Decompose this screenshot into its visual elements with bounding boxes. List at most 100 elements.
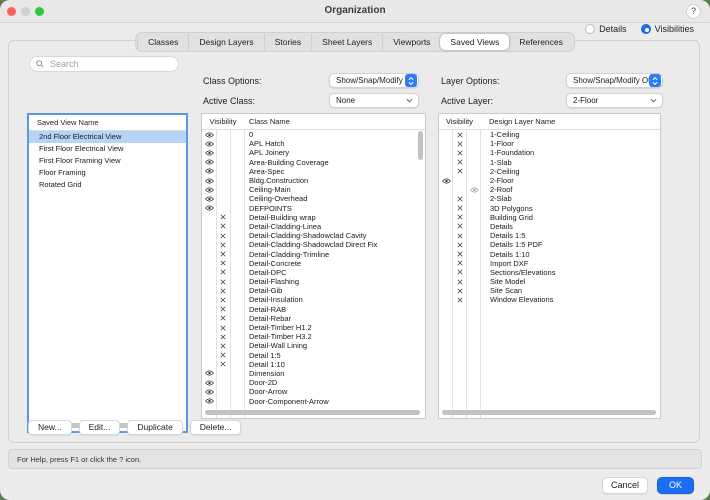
table-row[interactable]: Detail-Gib xyxy=(202,286,425,295)
tab[interactable]: Saved Views xyxy=(440,34,509,50)
horizontal-scrollbar[interactable] xyxy=(205,410,420,415)
table-row[interactable]: Details 1:10 xyxy=(439,249,660,258)
table-row[interactable]: Window Elevations xyxy=(439,295,660,304)
layer-options-popup[interactable]: Show/Snap/Modify Oth... xyxy=(566,73,663,88)
search-input[interactable] xyxy=(48,58,172,70)
visible-cell[interactable] xyxy=(202,370,216,376)
table-row[interactable]: 1-Slab xyxy=(439,158,660,167)
table-row[interactable]: Details 1:5 xyxy=(439,231,660,240)
tab[interactable]: Classes xyxy=(137,34,188,50)
help-icon[interactable]: ? xyxy=(686,4,701,19)
invisible-cell[interactable] xyxy=(216,352,230,358)
table-row[interactable]: 2-Roof xyxy=(439,185,660,194)
table-row[interactable]: Site Model xyxy=(439,277,660,286)
radio-details[interactable]: Details xyxy=(585,24,627,34)
table-row[interactable]: Detail-Timber H1.2 xyxy=(202,323,425,332)
visible-cell[interactable] xyxy=(202,196,216,202)
tab[interactable]: Viewports xyxy=(382,34,440,50)
saved-views-list[interactable]: Saved View Name 2nd Floor Electrical Vie… xyxy=(27,113,188,433)
table-row[interactable]: Detail-Cladding-Trimline xyxy=(202,249,425,258)
table-row[interactable]: 3D Polygons xyxy=(439,204,660,213)
invisible-cell[interactable] xyxy=(216,251,230,257)
class-options-popup[interactable]: Show/Snap/Modify Oth... xyxy=(329,73,419,88)
table-row[interactable]: 1-Foundation xyxy=(439,148,660,157)
table-row[interactable]: Bldg.Construction xyxy=(202,176,425,185)
table-row[interactable]: Detail-RAB xyxy=(202,305,425,314)
table-row[interactable]: 1-Ceiling xyxy=(439,130,660,139)
table-row[interactable]: 2-Ceiling xyxy=(439,167,660,176)
tab[interactable]: Sheet Layers xyxy=(311,34,382,50)
invisible-cell[interactable] xyxy=(453,196,467,202)
table-row[interactable]: Detail-Cladding-Shadowclad Direct Fix xyxy=(202,240,425,249)
active-layer-combo[interactable]: 2-Floor xyxy=(566,93,663,108)
visible-cell[interactable] xyxy=(202,141,216,147)
invisible-cell[interactable] xyxy=(453,251,467,257)
table-row[interactable]: APL Joinery xyxy=(202,148,425,157)
table-row[interactable]: Detail-Concrete xyxy=(202,259,425,268)
invisible-cell[interactable] xyxy=(453,205,467,211)
table-row[interactable]: Detail-Cladding-Linea xyxy=(202,222,425,231)
list-item[interactable]: Floor Framing xyxy=(29,167,186,179)
invisible-cell[interactable] xyxy=(216,361,230,367)
ok-button[interactable]: OK xyxy=(657,477,694,494)
cancel-button[interactable]: Cancel xyxy=(602,477,648,494)
table-row[interactable]: Detail-Timber H3.2 xyxy=(202,332,425,341)
table-row[interactable]: Area-Building Coverage xyxy=(202,158,425,167)
table-row[interactable]: Import DXF xyxy=(439,259,660,268)
action-button[interactable]: Delete... xyxy=(190,420,242,435)
invisible-cell[interactable] xyxy=(216,343,230,349)
invisible-cell[interactable] xyxy=(453,260,467,266)
invisible-cell[interactable] xyxy=(216,334,230,340)
invisible-cell[interactable] xyxy=(453,233,467,239)
invisible-cell[interactable] xyxy=(216,306,230,312)
invisible-cell[interactable] xyxy=(453,269,467,275)
table-row[interactable]: Details xyxy=(439,222,660,231)
visible-cell[interactable] xyxy=(202,178,216,184)
invisible-cell[interactable] xyxy=(453,279,467,285)
visible-cell[interactable] xyxy=(202,168,216,174)
table-row[interactable]: Ceiling-Overhead xyxy=(202,194,425,203)
active-class-combo[interactable]: None xyxy=(329,93,419,108)
table-row[interactable]: Ceiling-Main xyxy=(202,185,425,194)
list-item[interactable]: Rotated Grid xyxy=(29,179,186,191)
table-row[interactable]: Detail-Insulation xyxy=(202,295,425,304)
invisible-cell[interactable] xyxy=(453,141,467,147)
invisible-cell[interactable] xyxy=(453,159,467,165)
table-row[interactable]: Detail-Cladding-Shadowclad Cavity xyxy=(202,231,425,240)
invisible-cell[interactable] xyxy=(216,288,230,294)
invisible-cell[interactable] xyxy=(453,132,467,138)
table-row[interactable]: Door-2D xyxy=(202,378,425,387)
table-row[interactable]: 1-Floor xyxy=(439,139,660,148)
table-row[interactable]: DEFPOINTS xyxy=(202,204,425,213)
invisible-cell[interactable] xyxy=(453,288,467,294)
invisible-cell[interactable] xyxy=(216,315,230,321)
list-item[interactable]: First Floor Electrical View xyxy=(29,143,186,155)
invisible-cell[interactable] xyxy=(453,150,467,156)
invisible-cell[interactable] xyxy=(453,168,467,174)
visible-cell[interactable] xyxy=(202,380,216,386)
radio-visibilities[interactable]: Visibilities xyxy=(641,24,694,34)
table-row[interactable]: Detail-Flashing xyxy=(202,277,425,286)
visible-cell[interactable] xyxy=(202,150,216,156)
table-row[interactable]: Detail-DPC xyxy=(202,268,425,277)
tab[interactable]: Stories xyxy=(264,34,311,50)
invisible-cell[interactable] xyxy=(216,214,230,220)
visible-cell[interactable] xyxy=(439,178,453,184)
invisible-cell[interactable] xyxy=(216,269,230,275)
visible-cell[interactable] xyxy=(202,132,216,138)
invisible-cell[interactable] xyxy=(216,297,230,303)
invisible-cell[interactable] xyxy=(216,223,230,229)
table-row[interactable]: Site Scan xyxy=(439,286,660,295)
horizontal-scrollbar[interactable] xyxy=(442,410,656,415)
invisible-cell[interactable] xyxy=(216,325,230,331)
invisible-cell[interactable] xyxy=(216,233,230,239)
table-row[interactable]: 0 xyxy=(202,130,425,139)
table-row[interactable]: Detail 1:5 xyxy=(202,351,425,360)
invisible-cell[interactable] xyxy=(453,242,467,248)
table-row[interactable]: APL Hatch xyxy=(202,139,425,148)
table-row[interactable]: Detail-Rebar xyxy=(202,314,425,323)
tab[interactable]: Design Layers xyxy=(188,34,263,50)
table-row[interactable]: Detail-Building wrap xyxy=(202,213,425,222)
invisible-cell[interactable] xyxy=(216,242,230,248)
invisible-cell[interactable] xyxy=(453,223,467,229)
